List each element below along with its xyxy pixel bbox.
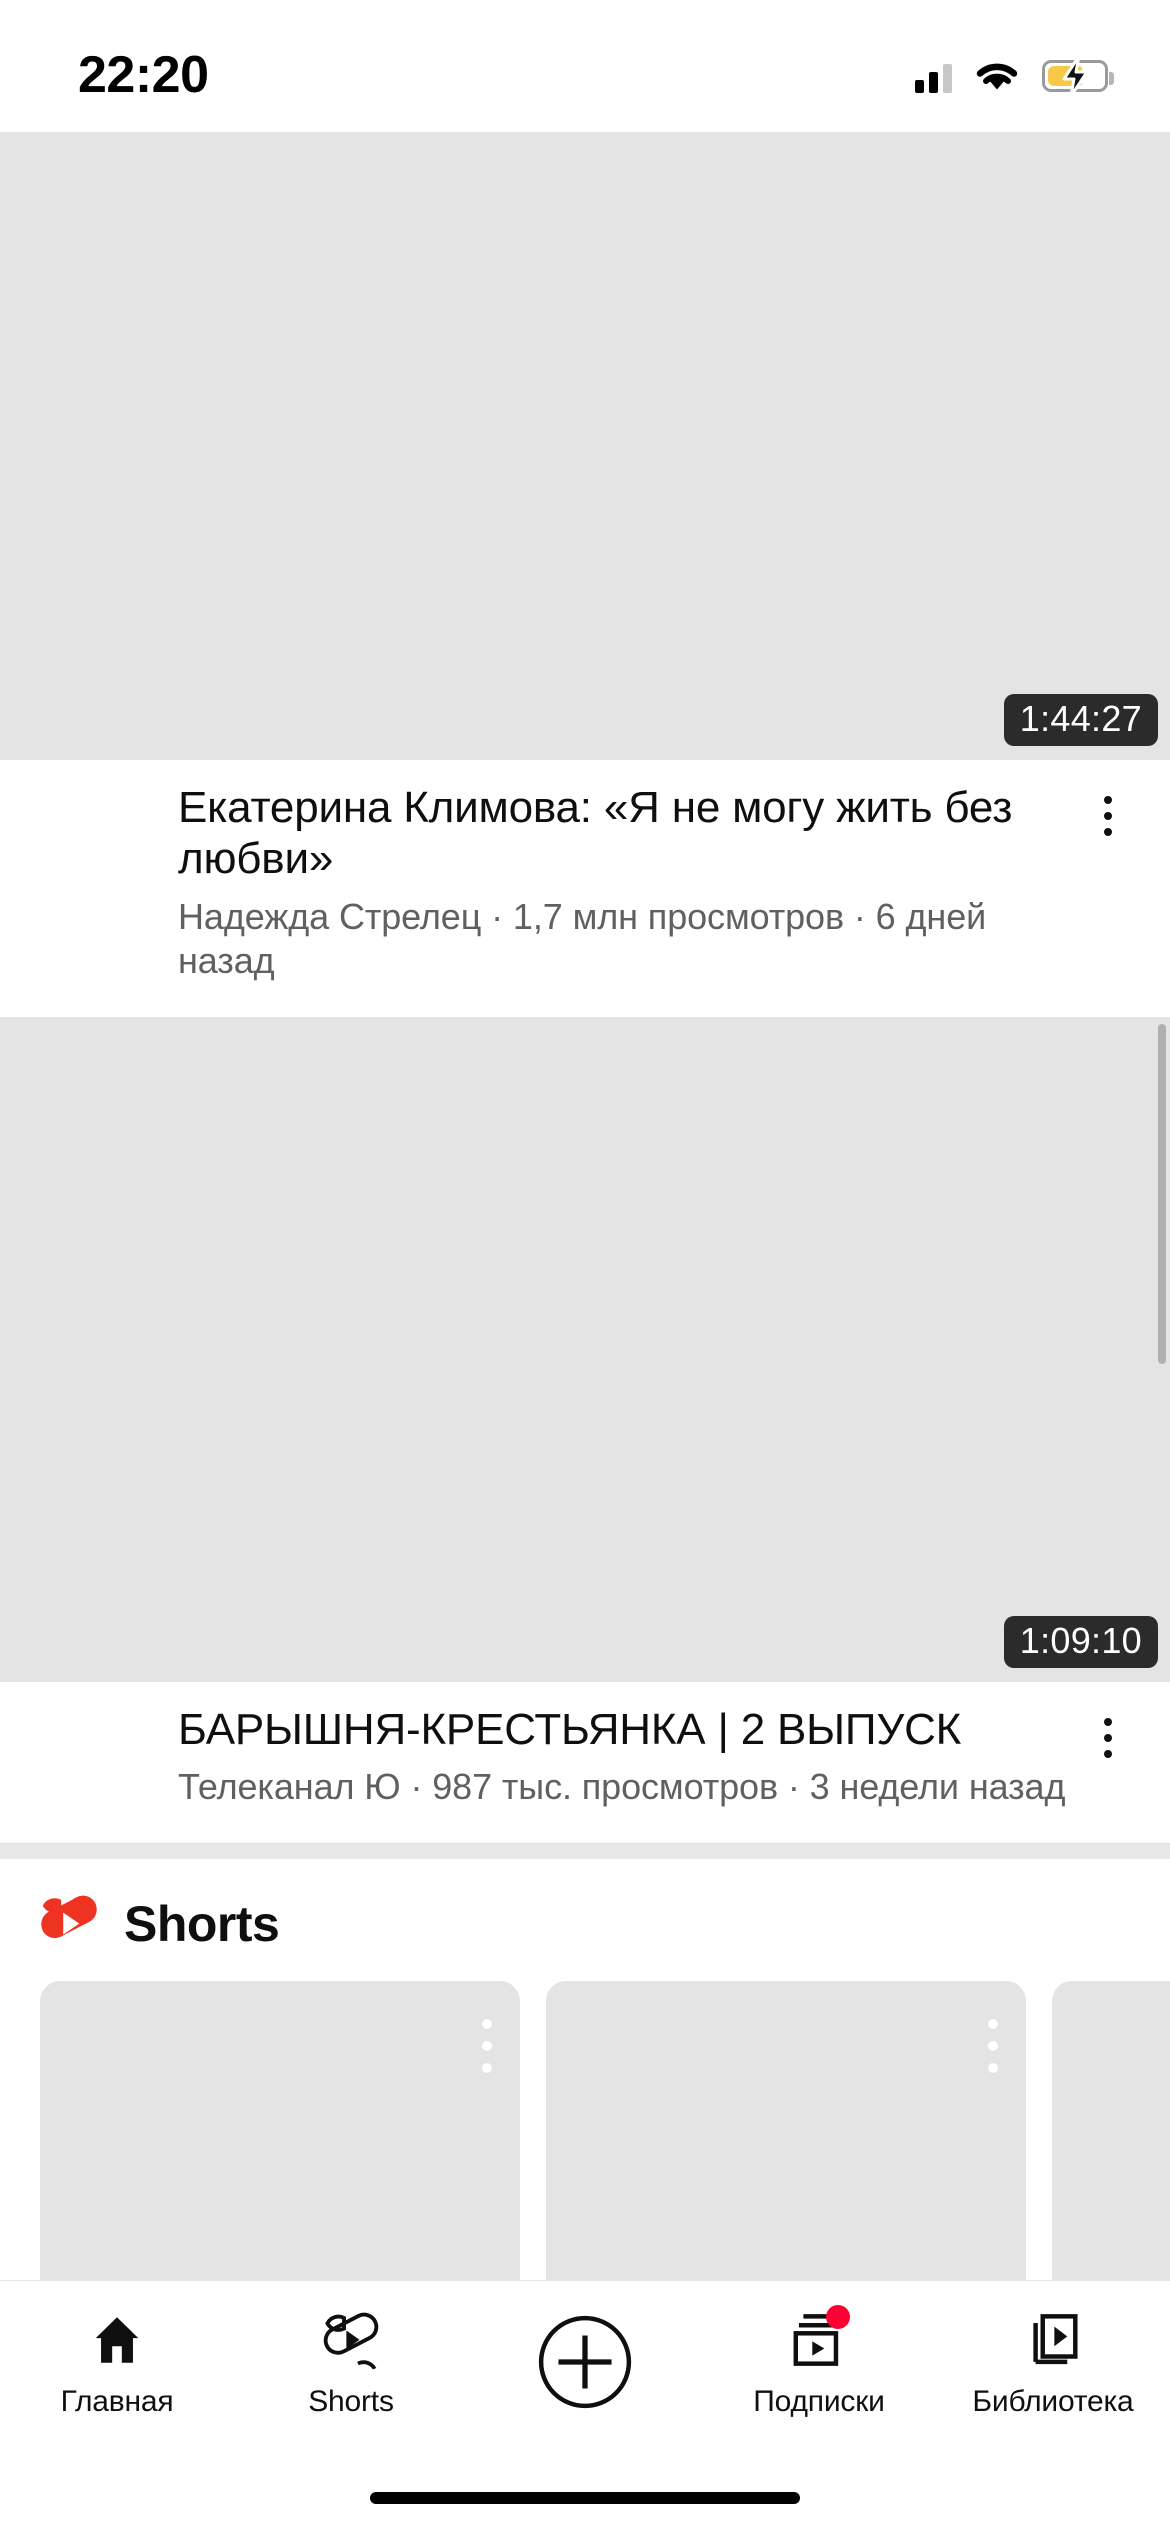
shorts-card[interactable]	[1052, 1981, 1170, 2280]
shorts-card[interactable]	[40, 1981, 520, 2280]
shorts-card[interactable]	[546, 1981, 1026, 2280]
shorts-section-title: Shorts	[124, 1896, 280, 1953]
card-spacer	[0, 1809, 1170, 1844]
cellular-signal-icon	[915, 59, 952, 93]
shorts-more-options-icon[interactable]	[988, 2019, 998, 2074]
nav-item-shorts[interactable]: Shorts	[234, 2307, 468, 2419]
status-icons-group	[915, 56, 1114, 96]
home-icon	[88, 2307, 146, 2373]
video-meta-text: БАРЫШНЯ-КРЕСТЬЯНКА | 2 ВЫПУСК Телеканал …	[0, 1704, 1072, 1809]
video-card[interactable]: 1:09:10 БАРЫШНЯ-КРЕСТЬЯНКА | 2 ВЫПУСК Те…	[0, 1016, 1170, 1810]
library-icon	[1024, 2307, 1082, 2373]
nav-item-subscriptions[interactable]: Подписки	[702, 2305, 936, 2419]
card-spacer	[0, 982, 1170, 1017]
nav-item-create[interactable]	[468, 2307, 702, 2429]
wifi-icon	[974, 59, 1020, 93]
video-meta-text: Екатерина Климова: «Я не могу жить без л…	[0, 782, 1072, 983]
video-subtitle: Телеканал Ю · 987 тыс. просмотров · 3 не…	[178, 1766, 1066, 1808]
shorts-more-options-icon[interactable]	[482, 2019, 492, 2074]
video-title[interactable]: БАРЫШНЯ-КРЕСТЬЯНКА | 2 ВЫПУСК	[178, 1704, 1072, 1755]
status-bar: 22:20	[0, 0, 1170, 132]
subscriptions-icon	[790, 2305, 850, 2373]
nav-label-library: Библиотека	[972, 2385, 1134, 2418]
create-plus-icon[interactable]	[536, 2307, 634, 2417]
subscriptions-badge-dot	[826, 2305, 850, 2329]
section-divider	[0, 1843, 1170, 1860]
vertical-scrollbar[interactable]	[1158, 1024, 1166, 1364]
shorts-carousel[interactable]	[0, 1981, 1170, 2280]
video-duration-badge: 1:09:10	[1003, 1615, 1158, 1668]
battery-charging-icon	[1042, 56, 1114, 96]
nav-label-shorts: Shorts	[308, 2385, 394, 2418]
video-thumbnail[interactable]: 1:09:10	[0, 1016, 1170, 1682]
video-meta-row: БАРЫШНЯ-КРЕСТЬЯНКА | 2 ВЫПУСК Телеканал …	[0, 1682, 1170, 1809]
video-thumbnail[interactable]: 1:44:27	[0, 132, 1170, 760]
video-more-options-icon[interactable]	[1072, 782, 1144, 983]
home-indicator[interactable]	[370, 2492, 800, 2504]
nav-label-home: Главная	[60, 2385, 174, 2418]
video-title[interactable]: Екатерина Климова: «Я не могу жить без л…	[178, 782, 1072, 885]
shorts-section-header[interactable]: Shorts	[0, 1859, 1170, 1982]
nav-item-library[interactable]: Библиотека	[936, 2307, 1170, 2419]
video-meta-row: Екатерина Климова: «Я не могу жить без л…	[0, 760, 1170, 983]
video-more-options-icon[interactable]	[1072, 1704, 1144, 1809]
video-subtitle: Надежда Стрелец · 1,7 млн просмотров · 6…	[178, 895, 987, 981]
status-time: 22:20	[78, 46, 209, 104]
video-duration-badge: 1:44:27	[1003, 694, 1158, 746]
video-card[interactable]: 1:44:27 Екатерина Климова: «Я не могу жи…	[0, 132, 1170, 983]
shorts-logo-icon	[41, 1895, 97, 1955]
nav-label-subscriptions: Подписки	[753, 2385, 885, 2418]
video-feed[interactable]: 1:44:27 Екатерина Климова: «Я не могу жи…	[0, 132, 1170, 2280]
nav-item-home[interactable]: Главная	[0, 2307, 234, 2419]
shorts-icon	[322, 2307, 380, 2373]
